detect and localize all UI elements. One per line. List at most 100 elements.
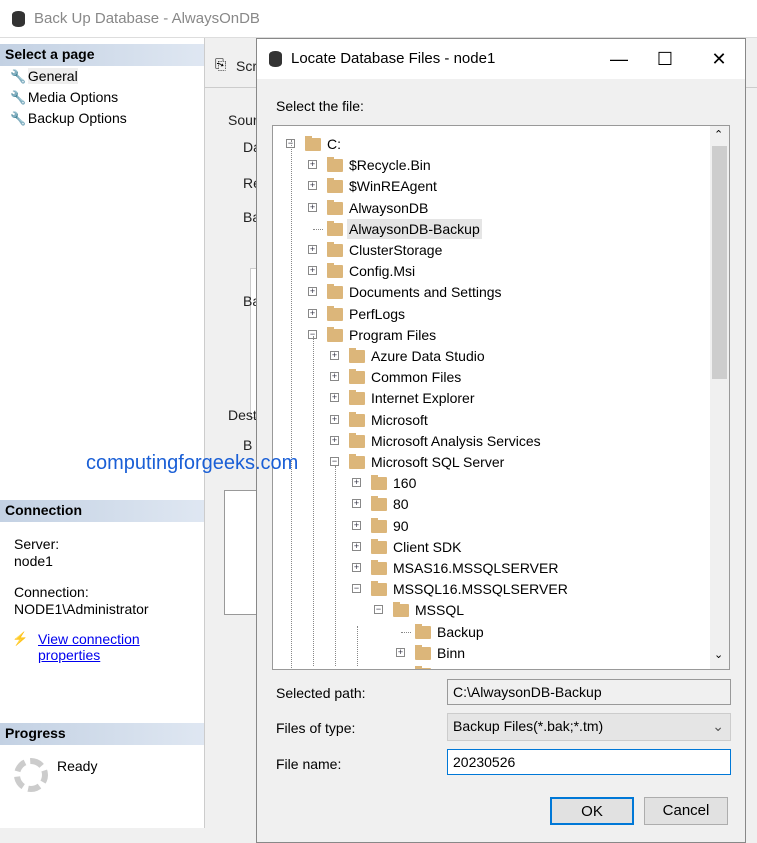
destination-label: Dest [228,407,257,423]
page-media-options[interactable]: 🔧 Media Options [10,89,118,106]
progress-status: Ready [57,758,98,774]
expand-icon[interactable]: + [330,435,339,445]
view-connection-properties-link[interactable]: View connection properties [38,631,204,663]
scroll-down-icon[interactable]: ⌄ [714,648,723,661]
tree-node-label: Program Files [349,326,437,343]
expand-icon[interactable]: + [308,181,317,191]
tree-node-label: AlwaysonDB [349,199,429,216]
folder-icon [327,284,343,300]
folder-icon [371,581,387,597]
tree-node-label: Client SDK [393,538,462,555]
scrollbar-thumb[interactable] [712,146,727,379]
tree-node-label: 90 [393,517,409,534]
tree-node-label: Config.Msi [349,263,416,280]
tree-node[interactable]: + Client SDK [273,537,708,557]
tree-node[interactable]: +80 [273,494,708,514]
connection-header: Connection [0,500,204,522]
tree-node[interactable]: + DATA [273,664,708,670]
folder-tree[interactable]: − C: + $Recycle.Bin + $WinREAgent + AlwaysonDB A… [272,125,730,670]
tree-node[interactable]: − MSSQL16.MSSQLSERVER [273,579,708,599]
expand-icon[interactable]: + [330,351,339,360]
dialog-title-bar: Locate Database Files - node1 — ☐ ✕ [257,39,745,79]
tree-node[interactable]: + Azure Data Studio [273,346,708,366]
minimize-button[interactable]: — [599,45,639,73]
tree-node[interactable]: + $Recycle.Bin [273,155,708,175]
tree-node[interactable]: + $WinREAgent [273,176,708,196]
tree-node[interactable]: AlwaysonDB-Backup [273,218,708,239]
tree-node[interactable]: + Documents and Settings [273,282,708,302]
wrench-icon: 🔧 [10,111,27,126]
files-of-type-select[interactable]: Backup Files(*.bak;*.tm) ⌄ [447,713,731,741]
tree-node-label: AlwaysonDB-Backup [347,218,482,239]
collapse-icon[interactable]: − [374,605,383,615]
tree-node[interactable]: − Microsoft SQL Server [273,452,708,472]
ok-button[interactable]: OK [550,797,634,825]
folder-icon [327,263,343,279]
tree-node[interactable]: Backup [273,622,708,642]
expand-icon[interactable]: + [352,478,361,488]
expand-icon[interactable]: + [308,287,317,297]
tree-node[interactable]: − C: [273,134,708,154]
expand-icon[interactable]: + [330,372,339,382]
cancel-button[interactable]: Cancel [644,797,728,825]
folder-icon [349,390,365,406]
expand-icon[interactable]: + [308,266,317,276]
scroll-up-icon[interactable]: ⌃ [714,128,723,141]
tree-guide-line [313,336,314,666]
tree-node[interactable]: + Internet Explorer [273,388,708,408]
expand-icon[interactable]: + [330,393,339,403]
tree-node-label: Microsoft SQL Server [371,454,505,470]
folder-icon [327,178,343,194]
tree-node[interactable]: +90 [273,516,708,536]
expand-icon[interactable]: + [352,563,361,572]
tree-node[interactable]: + PerfLogs [273,304,708,324]
tree-node[interactable]: + Config.Msi [273,261,708,281]
tree-node-label: Microsoft [371,411,428,428]
expand-icon[interactable]: + [352,520,361,530]
tree-node-label: PerfLogs [349,305,406,322]
server-label: Server: [14,536,60,552]
tree-connector [313,228,323,230]
collapse-icon[interactable]: − [330,457,339,466]
folder-icon [327,220,343,236]
expand-icon[interactable]: + [308,308,317,318]
tree-node[interactable]: + Microsoft [273,410,708,430]
tree-node[interactable]: + Common Files [273,367,708,387]
file-name-input[interactable]: 20230526 [447,749,731,775]
folder-icon [415,644,431,660]
tree-node[interactable]: + Binn [273,643,708,663]
tree-node[interactable]: +160 [273,473,708,493]
tree-node[interactable]: − MSSQL [273,600,708,620]
selected-path-field: C:\AlwaysonDB-Backup [447,679,731,705]
expand-icon[interactable]: + [398,669,403,670]
file-name-label: File name: [276,756,342,772]
tree-node[interactable]: + Microsoft Analysis Services [273,431,708,451]
expand-icon[interactable]: + [308,160,317,170]
expand-icon[interactable]: + [352,499,361,509]
collapse-icon[interactable]: − [352,584,361,594]
connection-label: Connection: [14,584,89,600]
maximize-button[interactable]: ☐ [645,45,685,73]
expand-icon[interactable]: + [352,541,361,551]
files-of-type-label: Files of type: [276,720,356,736]
expand-icon[interactable]: + [308,202,317,212]
tree-guide-line [291,140,292,669]
page-general[interactable]: 🔧 General [10,68,78,85]
expand-icon[interactable]: + [396,647,405,657]
tree-node-label: Internet Explorer [371,390,475,407]
tree-node-label: Azure Data Studio [371,348,485,364]
tree-node[interactable]: − Program Files [273,325,708,345]
page-backup-options[interactable]: 🔧 Backup Options [10,110,127,127]
tree-node[interactable]: + AlwaysonDB [273,198,708,218]
main-title-bar: Back Up Database - AlwaysOnDB [0,0,757,38]
select-page-header: Select a page [0,44,204,66]
folder-icon [327,199,343,215]
expand-icon[interactable]: + [308,245,317,254]
tree-node-label: ClusterStorage [349,242,443,258]
tree-node[interactable]: + ClusterStorage [273,240,708,260]
expand-icon[interactable]: + [330,414,339,424]
close-button[interactable]: ✕ [699,45,739,73]
tree-scrollbar[interactable]: ⌃ ⌄ [710,126,729,669]
tree-guide-line [335,466,336,666]
tree-node[interactable]: + MSAS16.MSSQLSERVER [273,558,708,578]
